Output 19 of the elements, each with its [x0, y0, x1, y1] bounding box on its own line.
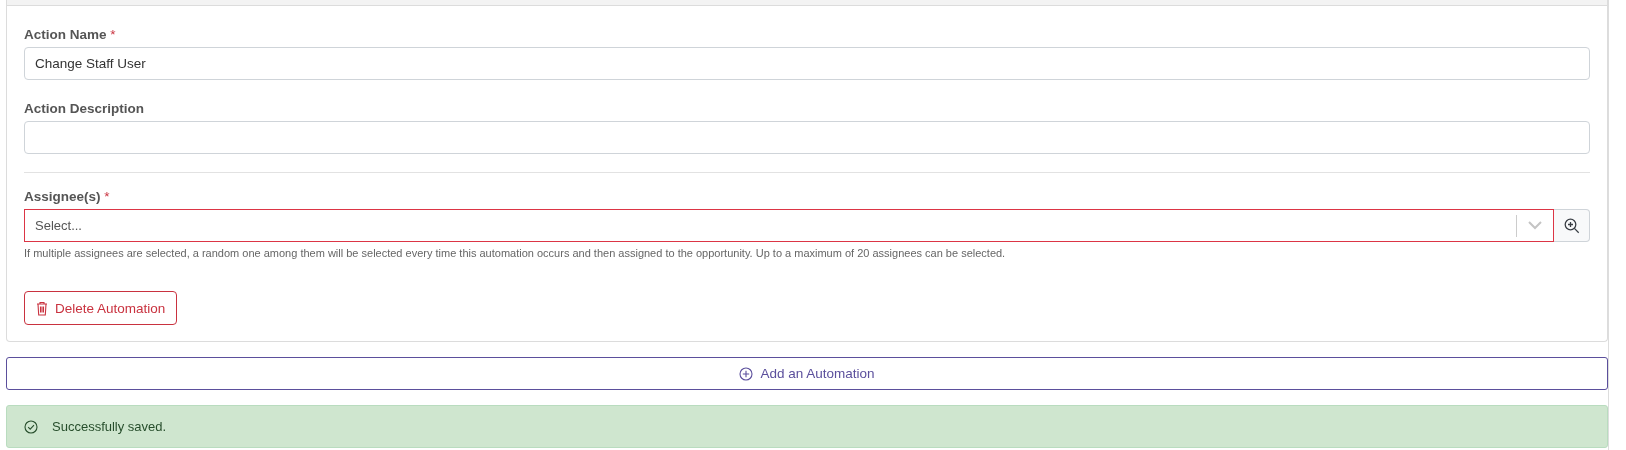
search-button[interactable] — [1554, 209, 1590, 242]
select-field[interactable]: Select... — [24, 209, 1554, 242]
field-label: Action Name * — [24, 27, 117, 42]
plus-circle-icon — [739, 366, 754, 381]
zoom-in-icon — [1563, 217, 1580, 234]
delete-automation-button[interactable]: Delete Automation — [24, 291, 178, 325]
required-mark: * — [110, 27, 116, 42]
help-text: If multiple assignees are selected, a random one among them will be selected every time this automation occurs and then assigned to the opportunity. Up to a maximum of 20 assignees can be selected. — [24, 247, 1007, 259]
chevron-down-icon[interactable] — [1528, 221, 1542, 230]
select-placeholder: Select... — [35, 218, 83, 233]
add-automation-button[interactable]: Add an Automation — [6, 357, 1608, 390]
field-label: Action Description — [24, 101, 145, 116]
text-field[interactable]: Change Staff User — [24, 47, 1590, 80]
required-mark: * — [104, 189, 110, 204]
check-circle-icon — [24, 419, 38, 434]
field-label: Assignee(s) * — [24, 189, 111, 204]
trash-icon — [36, 300, 48, 316]
text-field[interactable] — [24, 121, 1590, 154]
alert-message: Successfully saved. — [52, 419, 167, 434]
